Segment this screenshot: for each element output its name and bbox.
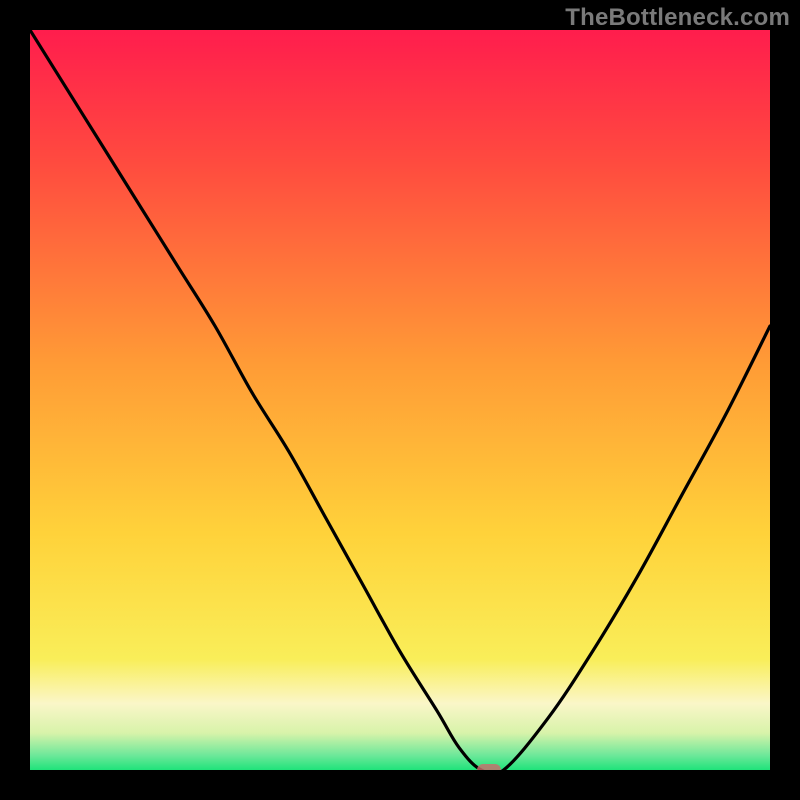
bottleneck-curve — [30, 30, 770, 770]
watermark-text: TheBottleneck.com — [565, 4, 790, 32]
chart-frame: TheBottleneck.com — [0, 0, 800, 800]
plot-area — [30, 30, 770, 770]
optimum-marker — [477, 764, 501, 770]
